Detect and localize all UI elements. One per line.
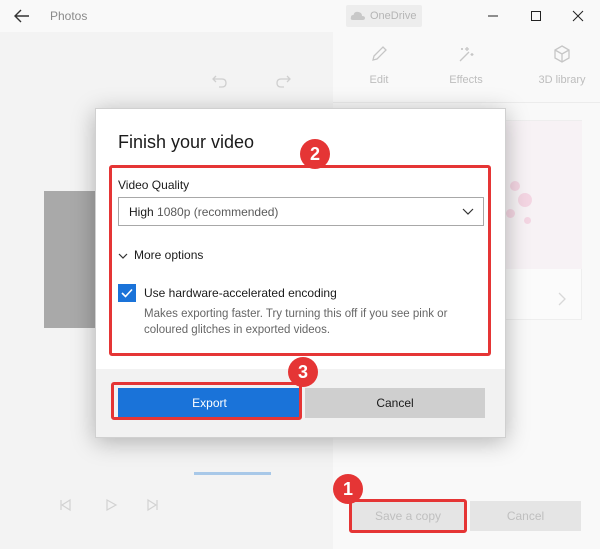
next-frame-icon[interactable] <box>146 498 160 512</box>
onedrive-button[interactable]: OneDrive <box>346 5 423 27</box>
app-title: Photos <box>50 9 88 23</box>
highlight-export-button <box>111 382 302 420</box>
video-preview <box>44 191 96 328</box>
back-arrow-icon <box>14 9 29 23</box>
highlight-save-copy-button <box>349 499 467 533</box>
minimize-icon <box>488 15 498 17</box>
step-badge-2: 2 <box>300 139 330 169</box>
close-button[interactable] <box>563 4 593 28</box>
title-bar: Photos OneDrive <box>0 0 600 32</box>
cancel-button[interactable]: Cancel <box>305 388 485 418</box>
step-badge-1: 1 <box>333 474 363 504</box>
3d-library-label: 3D library <box>538 74 586 86</box>
minimize-button[interactable] <box>478 4 508 28</box>
back-button[interactable] <box>12 6 32 26</box>
step-badge-3: 3 <box>288 357 318 387</box>
edit-label: Edit <box>369 74 389 86</box>
cloud-icon <box>350 11 365 20</box>
timeline-scrubber[interactable] <box>194 472 271 475</box>
close-icon <box>572 10 584 22</box>
onedrive-label: OneDrive <box>370 10 417 22</box>
background-cancel-button[interactable]: Cancel <box>470 501 581 531</box>
maximize-button[interactable] <box>521 4 551 28</box>
3d-library-tool[interactable]: 3D library <box>523 44 600 86</box>
pencil-icon <box>372 46 387 61</box>
chevron-right-icon[interactable] <box>556 291 568 307</box>
previous-frame-icon[interactable] <box>58 498 72 512</box>
effects-label: Effects <box>449 74 483 86</box>
maximize-icon <box>531 11 541 21</box>
play-icon[interactable] <box>104 498 118 512</box>
toolbar-divider <box>333 102 600 103</box>
thumbnail-artwork <box>498 121 582 269</box>
effects-tool[interactable]: Effects <box>436 44 496 86</box>
cube-icon <box>554 45 570 63</box>
edit-tool[interactable]: Edit <box>349 44 409 86</box>
dialog-title: Finish your video <box>118 132 255 152</box>
redo-icon[interactable] <box>274 72 292 90</box>
sparkle-icon <box>459 47 474 62</box>
highlight-quality-options <box>109 165 491 356</box>
undo-icon[interactable] <box>211 72 229 90</box>
